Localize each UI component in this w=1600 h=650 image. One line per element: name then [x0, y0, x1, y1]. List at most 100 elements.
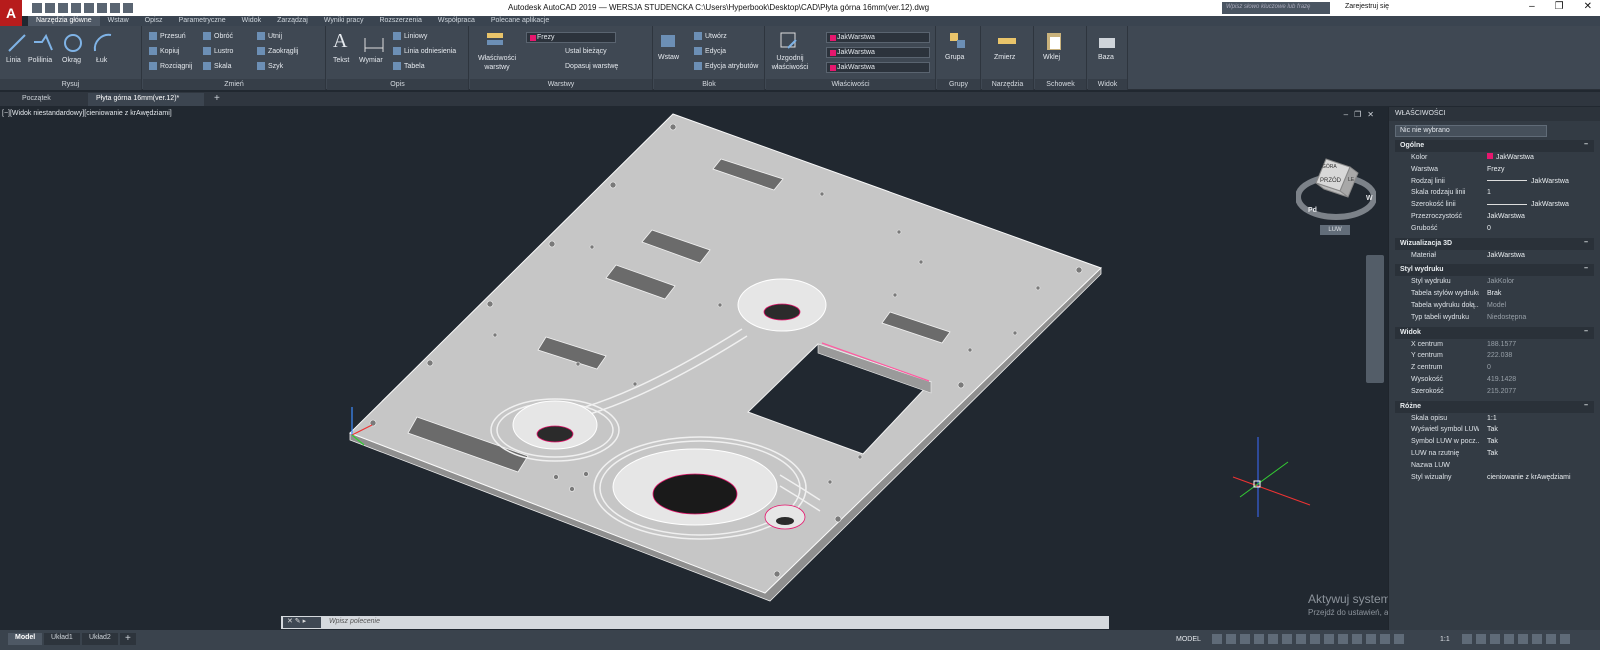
open-icon[interactable] [45, 3, 55, 13]
property-value[interactable]: JakKolor [1479, 276, 1594, 288]
table-button[interactable]: Tabela [393, 62, 425, 70]
property-value[interactable]: Tak [1479, 448, 1594, 460]
tab-manage[interactable]: Zarządzaj [269, 16, 316, 26]
tab-insert[interactable]: Wstaw [100, 16, 137, 26]
base-button[interactable]: Baza [1098, 54, 1114, 61]
tab-collaborate[interactable]: Współpraca [430, 16, 483, 26]
viewcube-top-face[interactable]: GÓRA [1322, 164, 1337, 170]
dynamic-ucs-icon[interactable] [1352, 634, 1362, 644]
property-value[interactable]: 0 [1479, 223, 1594, 235]
add-layout-icon[interactable]: + [120, 633, 136, 645]
stretch-button[interactable]: Rozciągnij [149, 62, 192, 70]
property-row[interactable]: Skala rodzaju linii 1 [1395, 187, 1594, 199]
property-row[interactable]: Warstwa Frezy [1395, 164, 1594, 176]
save-icon[interactable] [58, 3, 68, 13]
property-row[interactable]: Z centrum 0 [1395, 362, 1594, 374]
customization-icon[interactable] [1560, 634, 1570, 644]
property-row[interactable]: Kolor JakWarstwa [1395, 152, 1594, 164]
ucs-menu[interactable]: LUW [1320, 225, 1350, 235]
property-row[interactable]: Grubość 0 [1395, 223, 1594, 235]
clean-screen-icon[interactable] [1546, 634, 1556, 644]
property-value[interactable]: JakWarstwa [1479, 199, 1594, 211]
dimension-button[interactable]: Wymiar [359, 57, 383, 64]
layer-properties-button[interactable]: Właściwości warstwy [472, 54, 522, 72]
minimize-icon[interactable]: – [1529, 1, 1535, 12]
move-button[interactable]: Przesuń [149, 32, 186, 40]
fillet-button[interactable]: Zaokrąglij [257, 47, 298, 55]
property-value[interactable]: JakWarstwa [1479, 152, 1594, 164]
layer-dropdown[interactable]: Frezy [526, 32, 616, 43]
grid-icon[interactable] [1212, 634, 1222, 644]
properties-panel-label[interactable]: Właściwości [766, 79, 935, 90]
property-value[interactable]: 419.1428 [1479, 374, 1594, 386]
lineweight-dropdown[interactable]: JakWarstwa [826, 62, 930, 73]
property-value[interactable]: 215.2077 [1479, 386, 1594, 398]
layout2-tab[interactable]: Układ2 [82, 633, 118, 645]
property-row[interactable]: Rodzaj linii JakWarstwa [1395, 176, 1594, 188]
viewcube-left-face[interactable]: LE [1348, 177, 1354, 183]
new-tab-icon[interactable]: + [210, 93, 224, 106]
tab-annotate[interactable]: Opisz [137, 16, 171, 26]
trim-button[interactable]: Utnij [257, 32, 282, 40]
property-value[interactable]: 1:1 [1479, 413, 1594, 425]
hardware-acceleration-icon[interactable] [1532, 634, 1542, 644]
snap-icon[interactable] [1226, 634, 1236, 644]
gear-icon[interactable] [1462, 634, 1472, 644]
osnap-icon[interactable] [1268, 634, 1278, 644]
property-value[interactable]: JakWarstwa [1479, 250, 1594, 262]
gizmo-icon[interactable] [1366, 634, 1376, 644]
tab-output[interactable]: Wyniki pracy [316, 16, 372, 26]
property-row[interactable]: Styl wizualny cieniowanie z krAwędziami [1395, 472, 1594, 484]
property-row[interactable]: Styl wydruku JakKolor [1395, 276, 1594, 288]
app-menu-button[interactable]: A [0, 0, 22, 26]
drawing-viewport[interactable]: [−][Widok niestandardowy][cieniowanie z … [0, 107, 1388, 630]
property-value[interactable]: Tak [1479, 424, 1594, 436]
plus-icon[interactable] [1476, 634, 1486, 644]
3dosnap-icon[interactable] [1338, 634, 1348, 644]
properties-section-header[interactable]: Styl wydruku [1395, 264, 1594, 277]
property-value[interactable]: cieniowanie z krAwędziami [1479, 472, 1594, 484]
property-row[interactable]: Wysokość 419.1428 [1395, 374, 1594, 386]
property-row[interactable]: LUW na rzutnię Tak [1395, 448, 1594, 460]
layout1-tab[interactable]: Układ1 [44, 633, 80, 645]
share-icon[interactable] [123, 3, 133, 13]
restore-icon[interactable]: ❐ [1555, 1, 1564, 12]
annotation-panel-label[interactable]: Opis [327, 79, 468, 90]
property-row[interactable]: Szerokość 215.2077 [1395, 386, 1594, 398]
property-value[interactable]: JakWarstwa [1479, 211, 1594, 223]
property-value[interactable] [1479, 460, 1594, 472]
circle-button[interactable]: Okrąg [62, 57, 81, 64]
transparency-icon[interactable] [1310, 634, 1320, 644]
property-value[interactable]: Model [1479, 300, 1594, 312]
property-row[interactable]: Materiał JakWarstwa [1395, 250, 1594, 262]
command-line[interactable]: ✕ ✎ ▸ Wpisz polecenie [281, 616, 1109, 629]
property-row[interactable]: Skala opisu 1:1 [1395, 413, 1594, 425]
create-block-button[interactable]: Utwórz [694, 32, 727, 40]
units-icon[interactable] [1490, 634, 1500, 644]
utilities-panel-label[interactable]: Narzędzia [982, 79, 1033, 90]
line-button[interactable]: Linia [6, 57, 21, 64]
set-current-button[interactable]: Ustal bieżący [565, 48, 607, 55]
property-value[interactable]: Tak [1479, 436, 1594, 448]
properties-section-header[interactable]: Różne [1395, 400, 1594, 413]
groups-panel-label[interactable]: Grupy [937, 79, 980, 90]
properties-section-header[interactable]: Widok [1395, 326, 1594, 339]
property-value[interactable]: Frezy [1479, 164, 1594, 176]
draw-panel-label[interactable]: Rysuj [0, 79, 141, 90]
viewcube-south[interactable]: Pd [1308, 207, 1317, 214]
annotation-scale[interactable]: 1:1 [1440, 636, 1450, 643]
property-value[interactable]: 0 [1479, 362, 1594, 374]
tab-addins[interactable]: Rozszerzenia [371, 16, 429, 26]
tab-parametric[interactable]: Parametryczne [171, 16, 234, 26]
edit-block-button[interactable]: Edycja [694, 47, 726, 55]
tab-start[interactable]: Początek [14, 93, 59, 106]
navigation-bar[interactable] [1366, 255, 1384, 383]
clipboard-panel-label[interactable]: Schowek [1035, 79, 1086, 90]
search-input[interactable]: Wpisz słowo kluczowe lub frazę [1222, 2, 1330, 14]
linetype-dropdown[interactable]: JakWarstwa [826, 47, 930, 58]
viewcube[interactable]: GÓRA PRZÓD LE Pd W LUW [1295, 147, 1377, 235]
layers-panel-label[interactable]: Warstwy [470, 79, 652, 90]
property-value[interactable]: 222.038 [1479, 350, 1594, 362]
viewcube-front-face[interactable]: PRZÓD [1320, 178, 1341, 184]
property-row[interactable]: Przezroczystość JakWarstwa [1395, 211, 1594, 223]
